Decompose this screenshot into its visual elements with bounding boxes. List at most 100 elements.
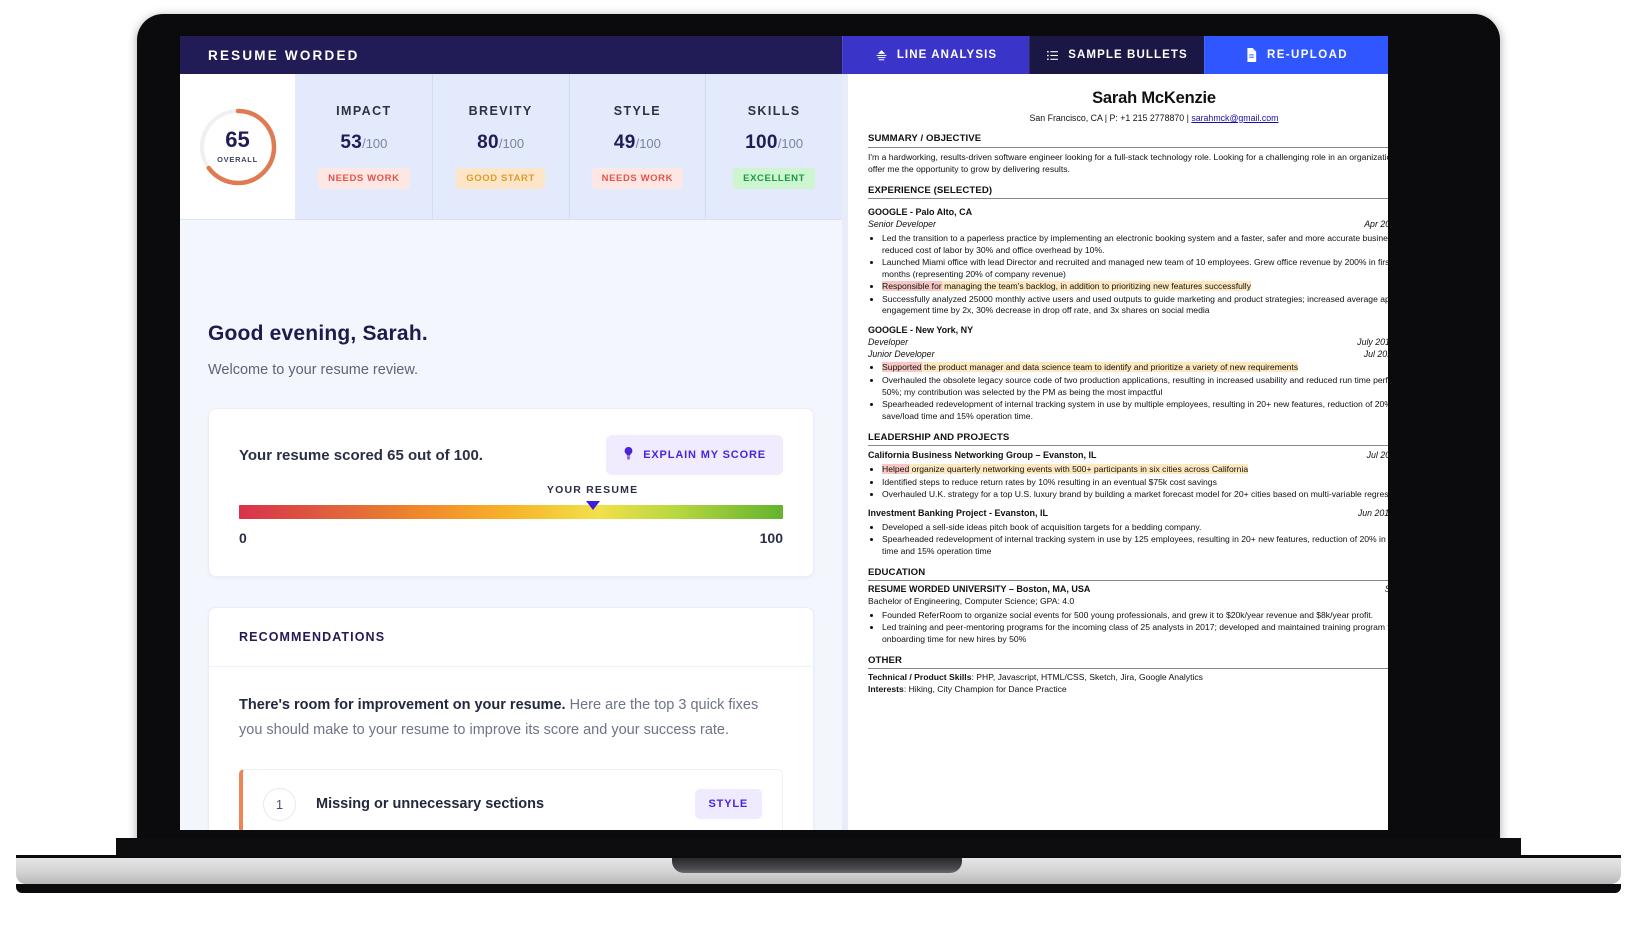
recommendations-heading: RECOMMENDATIONS — [209, 608, 813, 667]
resume-other-skills-value: : PHP, Javascript, HTML/CSS, Sketch, Jir… — [971, 672, 1203, 683]
overall-score-ring: 65 OVERALL — [197, 106, 279, 188]
score-summary-strip: 65 OVERALL IMPACT 53/100 NEEDS WORK BREV… — [180, 74, 842, 220]
resume-bullet-text: Overhauled U.K. strategy for a top U.S. … — [882, 488, 1388, 499]
metric-style-outof: /100 — [635, 136, 661, 151]
overall-score-label: OVERALL — [217, 155, 258, 165]
gauge-max-label: 100 — [759, 530, 783, 546]
page-title: Good evening, Sarah. — [208, 322, 428, 345]
metric-skills-outof: /100 — [777, 136, 804, 151]
metric-impact-name: IMPACT — [336, 104, 392, 118]
resume-experience-role-row: Junior Developer Jul 2014 – Jul 2015 — [868, 349, 1388, 361]
resume-bullet: Led the transition to a paperless practi… — [882, 233, 1388, 257]
recommendations-intro: There's room for improvement on your res… — [239, 693, 783, 743]
laptop-foot — [16, 884, 1621, 893]
resume-candidate-name: Sarah McKenzie — [1092, 89, 1216, 107]
resume-leadership-bullets: Helped organize quarterly networking eve… — [868, 464, 1388, 501]
analysis-icon — [875, 49, 888, 62]
resume-other-skills-key: Technical / Product Skills — [868, 672, 972, 683]
app-logo[interactable]: RESUME WORDED — [180, 36, 842, 74]
resume-bullet-highlighted[interactable]: Responsible for managing the team's back… — [882, 281, 1388, 293]
metric-brevity-name: BREVITY — [468, 104, 533, 118]
resume-experience-role-title: Developer — [868, 337, 909, 348]
page-subtitle: Welcome to your resume review. — [208, 362, 419, 378]
resume-experience-org: GOOGLE - Palo Alto, CA — [868, 207, 973, 218]
score-card-header: Your resume scored 65 out of 100. EXPLAI… — [239, 435, 783, 475]
resume-leadership-org: Investment Banking Project - Evanston, I… — [868, 507, 1049, 518]
resume-summary-text: I'm a hardworking, results-driven softwa… — [868, 152, 1388, 174]
brand-name: RESUME WORDED — [208, 47, 360, 63]
resume-education-degree: Bachelor of Engineering, Computer Scienc… — [868, 596, 1075, 607]
resume-experience-role-title: Junior Developer — [868, 348, 935, 359]
score-headline: Your resume scored 65 out of 100. — [239, 446, 483, 464]
metric-skills-score: 100/100 — [745, 132, 803, 154]
overall-score-text: 65 OVERALL — [197, 106, 279, 188]
resume-experience-org: GOOGLE - New York, NY — [868, 325, 974, 336]
tab-sample-bullets-label: SAMPLE BULLETS — [1068, 49, 1188, 61]
resume-bullet: Successfully analyzed 25000 monthly acti… — [882, 294, 1388, 318]
metric-style-score: 49/100 — [614, 132, 661, 154]
resume-bullet: Overhauled U.K. strategy for a top U.S. … — [882, 489, 1388, 501]
gauge-min-label: 0 — [239, 530, 247, 546]
metric-brevity-value: 80 — [477, 132, 499, 153]
resume-leadership-date: Jul 2017 – Present — [1366, 450, 1388, 461]
laptop-screen: RESUME WORDED LINE ANALYSIS SAMPLE BULLE… — [180, 36, 1388, 830]
resume-bullet-text: the product manager and data science tea… — [921, 362, 1299, 373]
metric-impact[interactable]: IMPACT 53/100 NEEDS WORK — [296, 74, 433, 219]
resume-other-interests-value: : Hiking, City Champion for Dance Practi… — [903, 683, 1067, 694]
metric-brevity-score: 80/100 — [477, 132, 524, 154]
explain-my-score-label: EXPLAIN MY SCORE — [643, 449, 766, 461]
tab-line-analysis[interactable]: LINE ANALYSIS — [842, 36, 1029, 74]
laptop-trackpad-notch — [672, 858, 962, 873]
resume-bullet-highlighted[interactable]: Supported the product manager and data s… — [882, 362, 1388, 374]
metric-skills[interactable]: SKILLS 100/100 EXCELLENT — [706, 74, 842, 219]
recommendations-intro-bold: There's room for improvement on your res… — [239, 697, 566, 713]
resume-section-other-heading: OTHER — [868, 655, 1388, 670]
resume-section-experience-heading: EXPERIENCE (SELECTED) — [868, 185, 1388, 200]
resume-bullet-text: Overhauled the obsolete legacy source co… — [882, 374, 1388, 397]
metric-skills-name: SKILLS — [747, 104, 801, 118]
resume-bullet: Overhauled the obsolete legacy source co… — [882, 375, 1388, 399]
resume-section-summary-heading: SUMMARY / OBJECTIVE — [868, 133, 1388, 149]
metric-impact-badge: NEEDS WORK — [318, 168, 410, 189]
resume-leadership-bullets: Developed a sell-side ideas pitch book o… — [868, 522, 1388, 558]
resume-experience-role-row: Developer July 2015 – Apr 2017 — [868, 337, 1388, 349]
resume-bullet: Founded ReferRoom to organize social eve… — [882, 610, 1388, 622]
recommendation-item[interactable]: 1 Missing or unnecessary sections STYLE — [239, 768, 783, 830]
resume-bullet-text: Spearheaded redevelopment of internal tr… — [882, 533, 1388, 556]
resume-bullet-highlighted[interactable]: Helped organize quarterly networking eve… — [882, 464, 1388, 476]
metric-impact-value: 53 — [340, 132, 363, 153]
metric-style[interactable]: STYLE 49/100 NEEDS WORK — [570, 74, 707, 219]
resume-other-interests-key: Interests — [868, 683, 904, 694]
resume-bullet-text: Founded ReferRoom to organize social eve… — [882, 609, 1374, 620]
explain-my-score-button[interactable]: EXPLAIN MY SCORE — [606, 435, 783, 475]
resume-bullet-text: Identified steps to reduce return rates … — [882, 476, 1217, 487]
metric-brevity[interactable]: BREVITY 80/100 GOOD START — [433, 74, 570, 219]
gauge-bar — [239, 505, 783, 519]
top-navigation-bar: RESUME WORDED LINE ANALYSIS SAMPLE BULLE… — [180, 36, 1388, 74]
resume-education-bullets: Founded ReferRoom to organize social eve… — [868, 610, 1388, 646]
resume-section-leadership-heading: LEADERSHIP AND PROJECTS — [868, 432, 1388, 447]
resume-bullet: Launched Miami office with lead Director… — [882, 257, 1388, 281]
tab-line-analysis-label: LINE ANALYSIS — [896, 49, 998, 61]
resume-leadership-org: California Business Networking Group – E… — [868, 450, 1097, 461]
resume-education-date: Summer 2014 — [1375, 584, 1388, 596]
resume-section-education-heading: EDUCATION — [868, 567, 1388, 582]
metric-impact-score: 53/100 — [340, 132, 387, 154]
resume-education-row: RESUME WORDED UNIVERSITY – Boston, MA, U… — [868, 581, 1388, 596]
resume-bullet-text: Spearheaded redevelopment of internal tr… — [882, 398, 1388, 421]
resume-bullet-text: Led training and peer-mentoring programs… — [882, 621, 1388, 644]
resume-bullet: Developed a sell-side ideas pitch book o… — [882, 522, 1388, 534]
tab-sample-bullets[interactable]: SAMPLE BULLETS — [1029, 36, 1204, 74]
resume-experience-role-row: Senior Developer Apr 2017 – Present — [868, 219, 1388, 231]
recommendations-card: RECOMMENDATIONS There's room for improve… — [208, 607, 814, 830]
metric-skills-badge: EXCELLENT — [733, 168, 816, 189]
score-gauge: YOUR RESUME 0 100 — [239, 484, 783, 546]
recommendation-item-tag: STYLE — [694, 789, 762, 820]
recommendation-item-title: Missing or unnecessary sections — [316, 796, 545, 813]
button-re-upload[interactable]: RE-UPLOAD — [1204, 36, 1388, 74]
resume-experience-role-date: Apr 2017 – Present — [1364, 219, 1388, 230]
resume-contact-email-link[interactable]: sarahmck@gmail.com — [1191, 113, 1278, 123]
resume-other-interests: Interests: Hiking, City Champion for Dan… — [868, 684, 1388, 695]
resume-bullet: Spearheaded redevelopment of internal tr… — [882, 534, 1388, 558]
resume-preview-pane[interactable]: Sarah McKenzie San Francisco, CA | P: +1… — [842, 74, 1388, 830]
